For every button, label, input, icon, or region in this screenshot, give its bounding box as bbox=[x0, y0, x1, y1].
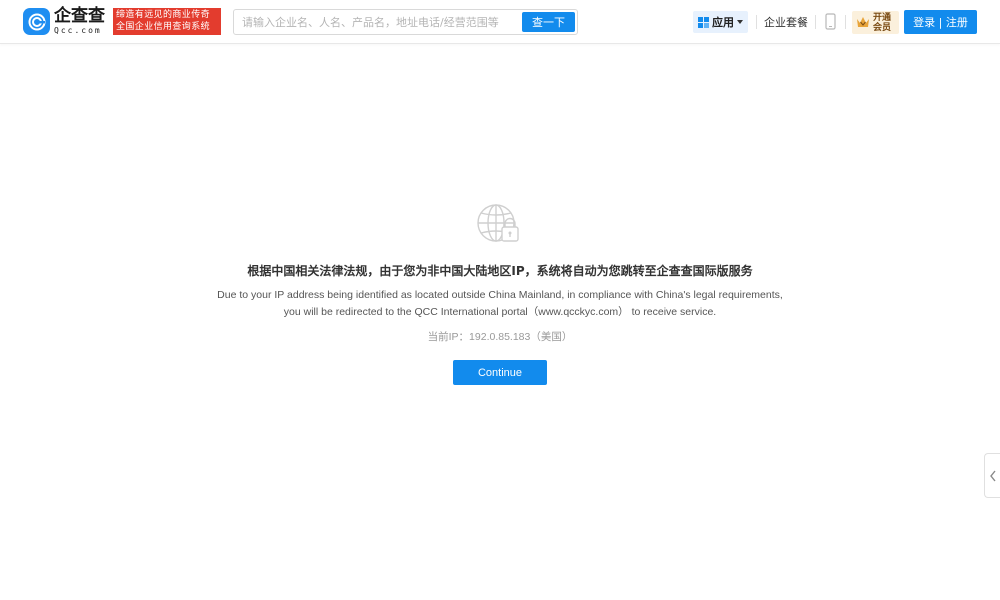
qcc-logo[interactable]: 企查查 Qcc.com bbox=[23, 8, 113, 35]
vip-button[interactable]: 开通 会员 bbox=[852, 11, 899, 34]
globe-lock-icon bbox=[476, 200, 524, 248]
vip-label-1: 开通 bbox=[873, 12, 892, 23]
slogan-line-2: 全国企业信用查询系统 bbox=[116, 22, 211, 32]
mobile-phone-icon[interactable] bbox=[825, 13, 836, 34]
chevron-down-icon bbox=[737, 20, 743, 24]
side-panel-toggle[interactable] bbox=[984, 453, 1000, 498]
apps-dropdown[interactable]: 应用 bbox=[693, 11, 748, 33]
qcc-logo-icon bbox=[23, 8, 50, 35]
notice-title: 根据中国相关法律法规，由于您为非中国大陆地区IP，系统将自动为您跳转至企查查国际… bbox=[247, 264, 753, 278]
crown-icon bbox=[857, 17, 869, 27]
notice-description-line-2: you will be redirected to the QCC Intern… bbox=[283, 306, 717, 318]
top-header: 企查查 Qcc.com 缔造有远见的商业传奇 全国企业信用查询系统 查一下 应用… bbox=[0, 0, 1000, 44]
login-register-button[interactable]: 登录 | 注册 bbox=[904, 10, 977, 34]
grid-icon bbox=[698, 16, 709, 28]
divider bbox=[756, 15, 757, 29]
divider bbox=[815, 15, 816, 29]
current-ip: 当前IP：192.0.85.183（美国） bbox=[427, 331, 573, 343]
search-button[interactable]: 查一下 bbox=[522, 12, 575, 32]
slogan-banner: 缔造有远见的商业传奇 全国企业信用查询系统 bbox=[113, 8, 221, 35]
notice-description-line-1: Due to your IP address being identified … bbox=[217, 289, 783, 301]
redirect-notice: 根据中国相关法律法规，由于您为非中国大陆地区IP，系统将自动为您跳转至企查查国际… bbox=[0, 200, 1000, 385]
logo-text-cn: 企查查 bbox=[54, 6, 105, 26]
search-box: 查一下 bbox=[233, 9, 578, 35]
notice-description: Due to your IP address being identified … bbox=[0, 287, 1000, 321]
logo-text-en: Qcc.com bbox=[54, 26, 102, 35]
search-input[interactable] bbox=[242, 13, 517, 31]
apps-label: 应用 bbox=[712, 16, 734, 29]
continue-button[interactable]: Continue bbox=[453, 360, 547, 385]
enterprise-package-link[interactable]: 企业套餐 bbox=[764, 14, 808, 30]
divider bbox=[845, 15, 846, 29]
vip-label-2: 会员 bbox=[873, 22, 892, 33]
slogan-line-1: 缔造有远见的商业传奇 bbox=[116, 10, 211, 20]
chevron-left-icon bbox=[989, 470, 996, 481]
